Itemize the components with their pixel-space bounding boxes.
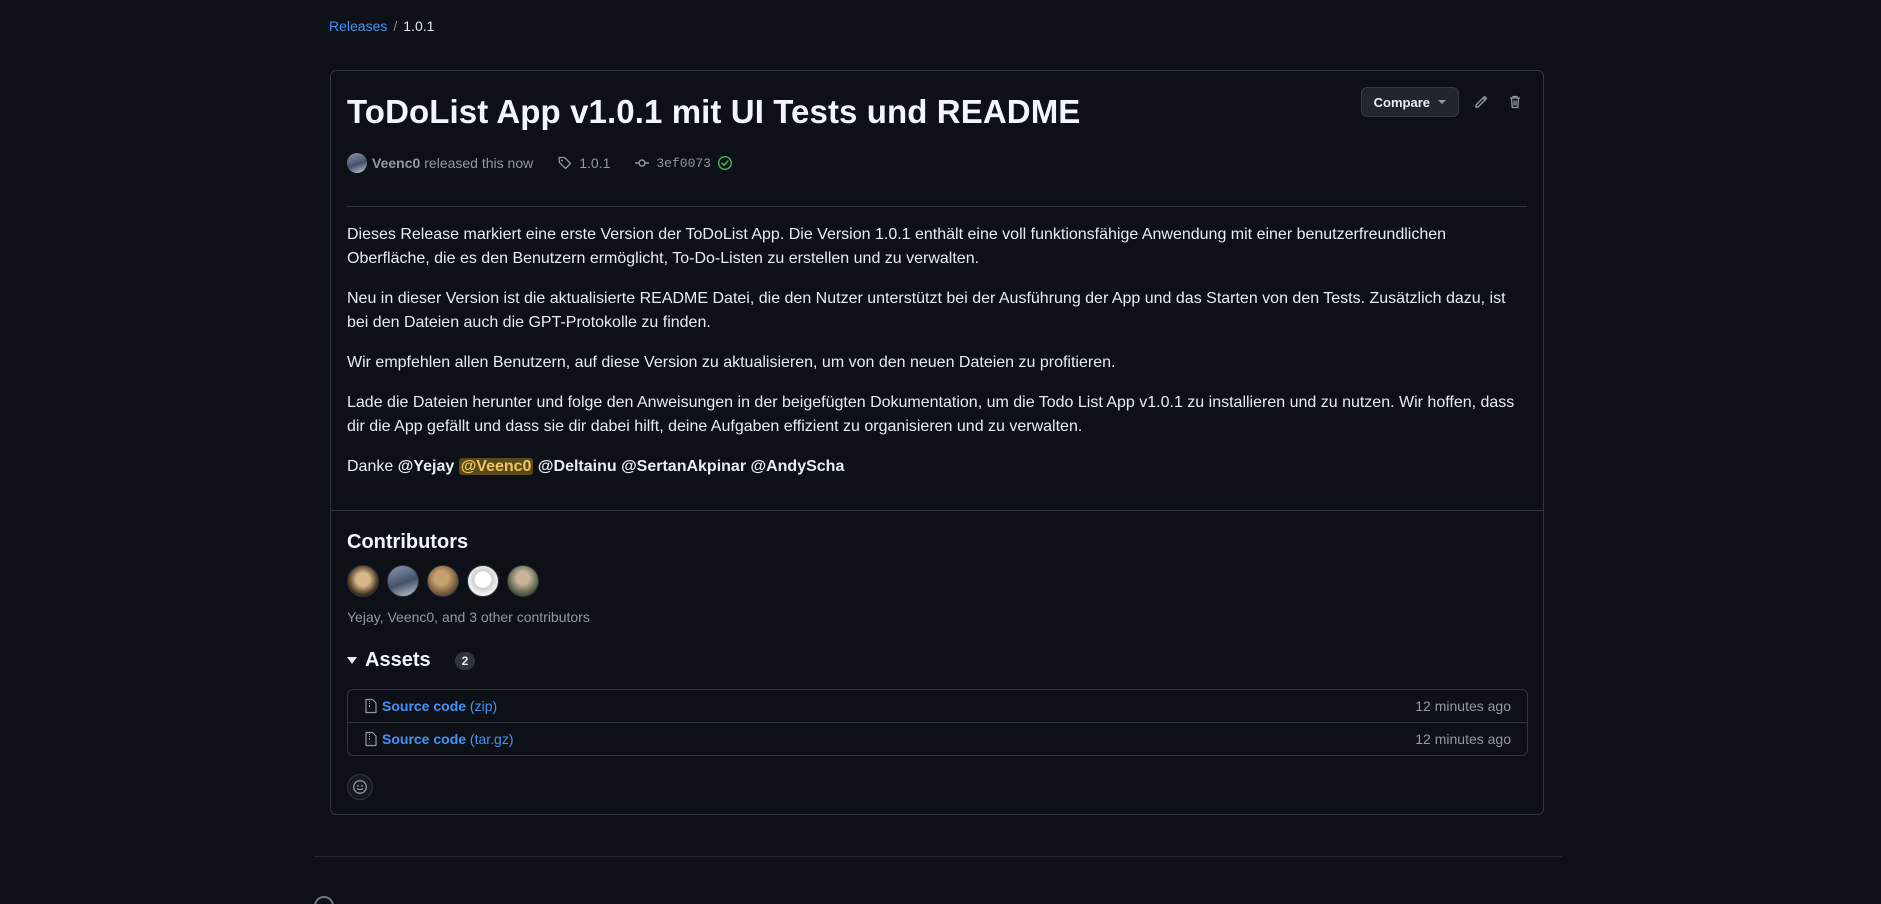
mention-link[interactable]: @Yejay [398, 458, 455, 475]
contributors-summary: Yejay, Veenc0, and 3 other contributors [347, 609, 590, 625]
avatar[interactable] [387, 565, 419, 597]
release-actions: Compare [1360, 87, 1527, 117]
assets-heading: Assets [365, 649, 431, 671]
release-paragraph: Lade die Dateien herunter und folge den … [347, 394, 1515, 435]
avatar[interactable] [347, 565, 379, 597]
mention-link-self[interactable]: @Veenc0 [458, 458, 534, 475]
release-paragraph: Dieses Release markiert eine erste Versi… [347, 226, 1447, 267]
trash-icon [1510, 95, 1520, 109]
assets-count-badge: 2 [454, 651, 476, 670]
github-logo-icon[interactable] [314, 896, 334, 904]
git-commit-icon [635, 159, 650, 167]
list-item: Source code (zip) 12 minutes ago [348, 690, 1527, 722]
release-meta: Veenc0 released this now 1.0.1 3ef0073 [347, 153, 733, 173]
release-title: ToDoList App v1.0.1 mit UI Tests und REA… [347, 93, 1081, 130]
thanks-line: Danke @Yejay @Veenc0 @Deltainu @SertanAk… [347, 455, 1527, 479]
contributors-heading: Contributors [347, 531, 469, 553]
avatar[interactable] [467, 565, 499, 597]
asset-timestamp: 12 minutes ago [1415, 731, 1511, 747]
thanks-prefix: Danke [347, 458, 394, 475]
edit-button[interactable] [1469, 90, 1493, 114]
tag-label: 1.0.1 [579, 155, 611, 171]
file-zip-icon [365, 698, 377, 714]
released-text: released this now [424, 155, 534, 171]
check-circle-icon[interactable] [717, 155, 733, 171]
add-reaction-button[interactable] [347, 774, 373, 800]
asset-link[interactable]: Source code (zip) [364, 698, 497, 714]
release-card: ToDoList App v1.0.1 mit UI Tests und REA… [330, 70, 1544, 815]
breadcrumb: Releases / 1.0.1 [329, 18, 434, 34]
chevron-down-icon [1438, 100, 1446, 104]
mention-link[interactable]: @AndyScha [751, 458, 845, 475]
commit-sha: 3ef0073 [656, 155, 711, 171]
footer-divider [314, 856, 1562, 857]
author-avatar[interactable] [347, 153, 367, 173]
mention-link[interactable]: @Deltainu [538, 458, 617, 475]
asset-suffix: (zip) [469, 698, 498, 714]
tag-icon [558, 156, 572, 170]
asset-suffix: (tar.gz) [469, 731, 514, 747]
breadcrumb-separator: / [393, 18, 398, 34]
compare-button[interactable]: Compare [1360, 87, 1459, 117]
contributor-avatars [347, 565, 539, 597]
breadcrumb-releases-link[interactable]: Releases [329, 18, 387, 34]
delete-button[interactable] [1503, 90, 1527, 114]
tag-link[interactable]: 1.0.1 [557, 155, 610, 171]
asset-name: Source code [382, 731, 467, 747]
asset-name: Source code [382, 698, 467, 714]
assets-toggle[interactable]: Assets 2 [347, 649, 476, 672]
breadcrumb-current: 1.0.1 [403, 18, 435, 34]
asset-list: Source code (zip) 12 minutes ago Source … [347, 689, 1528, 756]
asset-link[interactable]: Source code (tar.gz) [364, 731, 514, 747]
avatar[interactable] [507, 565, 539, 597]
smiley-icon [353, 780, 367, 794]
triangle-down-icon [347, 657, 357, 664]
list-item: Source code (tar.gz) 12 minutes ago [348, 722, 1527, 755]
commit-link[interactable]: 3ef0073 [634, 155, 733, 171]
asset-timestamp: 12 minutes ago [1415, 698, 1511, 714]
author-link[interactable]: Veenc0 [372, 155, 420, 171]
avatar[interactable] [427, 565, 459, 597]
compare-button-label: Compare [1373, 94, 1430, 110]
mention-link[interactable]: @SertanAkpinar [621, 458, 746, 475]
pencil-icon [1475, 95, 1488, 108]
header-divider [347, 206, 1527, 207]
file-zip-icon [365, 731, 377, 747]
release-paragraph: Wir empfehlen allen Benutzern, auf diese… [347, 354, 1116, 371]
release-page: Releases / 1.0.1 ToDoList App v1.0.1 mit… [0, 0, 1881, 904]
release-paragraph: Neu in dieser Version ist die aktualisie… [347, 290, 1506, 331]
release-notes: Dieses Release markiert eine erste Versi… [347, 223, 1527, 495]
section-divider [331, 510, 1543, 511]
